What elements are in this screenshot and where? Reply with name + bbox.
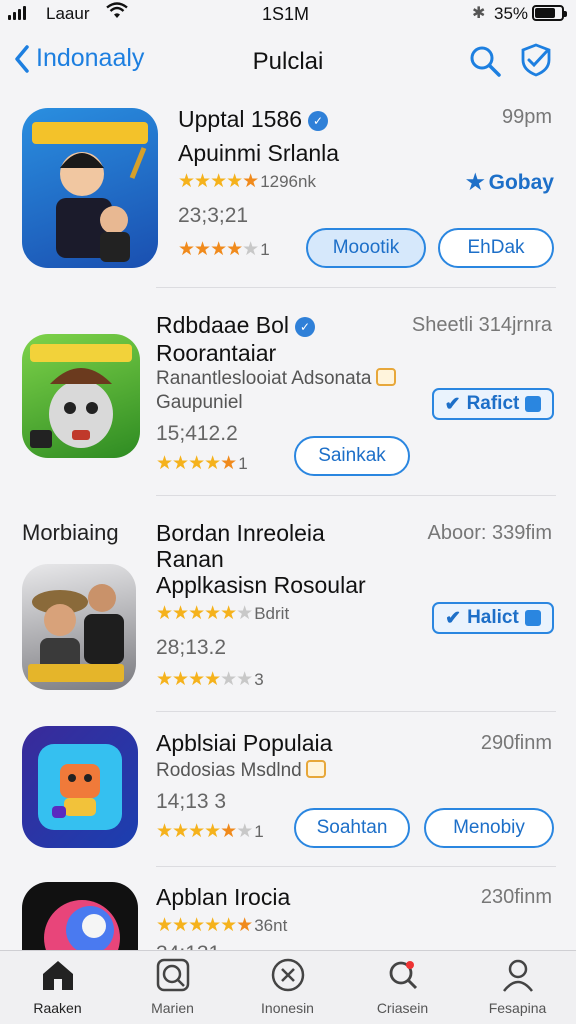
app-icon xyxy=(22,108,158,268)
close-circle-icon xyxy=(271,958,304,992)
nav-bar: Indonaaly Pulclai xyxy=(0,36,576,86)
app-button-secondary[interactable]: EhDak xyxy=(438,228,554,268)
signal-icon xyxy=(8,6,26,20)
divider xyxy=(156,287,556,288)
verified-icon: ✓ xyxy=(295,317,315,337)
square-icon xyxy=(525,396,542,412)
app-icon xyxy=(22,882,138,950)
app-title: Apblan Irocia xyxy=(156,884,291,910)
app-time: 230finm xyxy=(480,886,552,908)
divider xyxy=(156,711,556,712)
tab-bar: Raaken Marien Inonesin Criasein Fesapina xyxy=(0,950,576,1024)
divider xyxy=(156,866,556,867)
square-icon xyxy=(524,610,541,626)
divider xyxy=(156,495,556,496)
tab-label: Marien xyxy=(151,1000,194,1016)
app-subtitle: Applkasisn Rosoular xyxy=(156,572,366,598)
app-time: Aboor: 339fim xyxy=(427,522,552,544)
app-subtitle: Rodosias Msdlnd xyxy=(156,760,326,782)
app-tag-button[interactable]: ✔ Halict xyxy=(432,602,554,634)
app-title: Apblsiai Populaia xyxy=(156,730,333,756)
app-title: Bordan Inreoleia xyxy=(156,520,325,546)
app-subtitle: Ranantleslooiat Adsonata xyxy=(156,368,396,390)
app-tag-button[interactable]: ✔ Rafict xyxy=(432,388,554,420)
app-time: 99pm xyxy=(501,106,552,128)
search-icon[interactable] xyxy=(468,44,502,78)
check-icon: ✔ xyxy=(444,393,461,415)
app-number: 14;13 3 xyxy=(156,790,227,813)
app-time: 290finm xyxy=(480,732,552,754)
app-icon xyxy=(22,726,138,848)
tab-fesapina[interactable]: Fesapina xyxy=(460,957,575,1016)
rating-stars: ★★★★★ 1296nk xyxy=(178,171,316,192)
search-box-icon xyxy=(156,958,189,992)
tab-label: Criasein xyxy=(376,1000,429,1016)
app-subtitle-line2: Gaupuniel xyxy=(156,392,243,413)
rating-stars: ★★★★★★ 3 xyxy=(156,669,264,690)
bluetooth-icon: ✱ xyxy=(472,5,486,22)
clock: 1S1M xyxy=(262,4,310,24)
app-icon xyxy=(22,334,140,458)
app-icon xyxy=(22,564,136,690)
person-icon xyxy=(502,959,533,992)
tab-inonesin[interactable]: Inonesin xyxy=(230,957,345,1016)
list-item[interactable]: Upptal 1586 ✓ Apuinmi Srlanla ★★★★★ 1296nk… xyxy=(0,100,576,286)
app-number: 28;13.2 xyxy=(156,636,227,659)
app-button-primary[interactable]: Sainkak xyxy=(294,436,410,476)
app-title-line2: Roorantaiar xyxy=(156,340,277,366)
badge-icon xyxy=(305,760,326,778)
home-icon xyxy=(42,961,73,990)
tab-label: Fesapina xyxy=(488,1000,547,1016)
featured-tag[interactable]: ★ Gobay xyxy=(466,170,554,195)
app-title: Rdbdaae Bol ✓ xyxy=(156,312,315,339)
rating-stars: ★★★★★ 1 xyxy=(156,453,248,474)
tab-label: Inonesin xyxy=(261,1000,314,1016)
check-icon: ✔ xyxy=(445,607,462,629)
tab-label: Raaken xyxy=(33,1000,82,1016)
list-item[interactable]: Apblsiai Populaia Rodosias Msdlnd 14;13 … xyxy=(0,720,576,864)
app-number: 15;412.2 xyxy=(156,422,238,445)
rating-stars: ★★★★★★ Bdrit xyxy=(156,603,290,624)
list-item[interactable]: Rdbdaae Bol ✓ Roorantaiar Ranantleslooiat… xyxy=(0,300,576,494)
rating-stars: ★★★★★★ 1 xyxy=(156,821,264,842)
verified-icon: ✓ xyxy=(308,111,329,131)
app-number: 34;131 xyxy=(156,942,220,950)
app-time: Sheetli 314jrnra xyxy=(411,314,552,336)
tab-raaken[interactable]: Raaken xyxy=(0,957,115,1016)
battery-icon xyxy=(532,5,567,21)
list-item[interactable]: Bordan Inreoleia Ranan Applkasisn Rosoul… xyxy=(0,508,576,708)
search-icon xyxy=(389,961,417,990)
carrier-label: Laaur xyxy=(46,4,90,23)
star-icon: ★ xyxy=(465,171,485,194)
app-button-secondary[interactable]: Menobiy xyxy=(424,808,554,848)
rating-stars: ★★★★★ 1 xyxy=(178,239,270,260)
wifi-icon xyxy=(106,2,128,18)
app-button-primary[interactable]: Soahtan xyxy=(294,808,410,848)
shield-check-icon[interactable] xyxy=(518,42,554,78)
app-title-line2: Ranan xyxy=(156,546,224,572)
app-subtitle: Apuinmi Srlanla xyxy=(178,140,340,166)
rating-stars: ★★★★★★ 36nt xyxy=(156,915,288,936)
app-number: 23;3;21 xyxy=(178,204,249,227)
battery-percent: 35% xyxy=(494,4,529,23)
badge-icon xyxy=(375,368,396,386)
list-item[interactable]: Apblan Irocia ★★★★★★36nt 34;131 230finm xyxy=(0,876,576,950)
app-button-primary[interactable]: Moootik xyxy=(306,228,426,268)
app-title: Upptal 1586 ✓ xyxy=(178,106,329,133)
status-bar: Laaur 1S1M ✱ 35% xyxy=(0,0,576,28)
tab-criasein[interactable]: Criasein xyxy=(345,957,460,1016)
tab-marien[interactable]: Marien xyxy=(115,957,230,1016)
